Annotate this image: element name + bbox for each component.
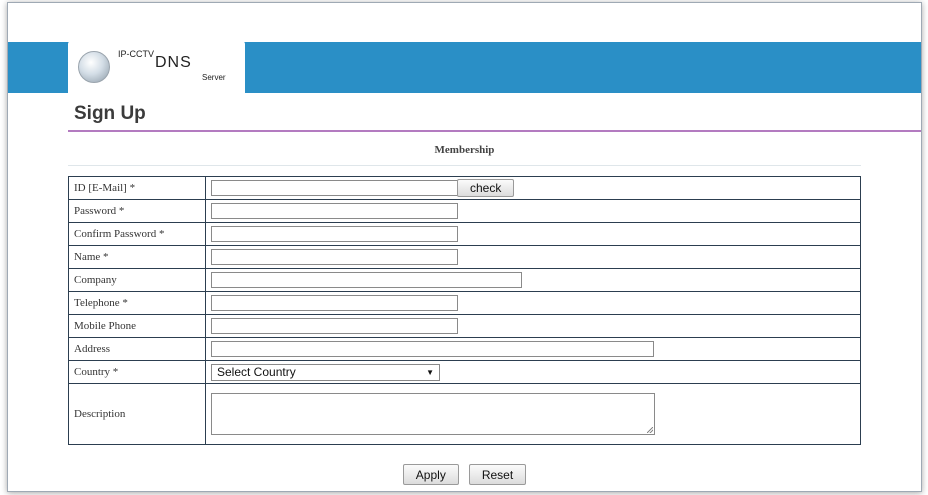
form-row-confirm-password: Confirm Password * [68, 222, 861, 246]
globe-icon [78, 51, 110, 83]
logo-dns-text: DNS [155, 54, 192, 71]
confirm-password-input[interactable] [211, 226, 458, 242]
logo-ip-cctv-text: IP-CCTV [118, 49, 154, 59]
id-field-cell: check [205, 176, 861, 200]
confirm-password-label: Confirm Password * [68, 222, 206, 246]
country-select[interactable]: Select Country ▼ [211, 363, 440, 381]
password-label: Password * [68, 199, 206, 223]
mobile-phone-input[interactable] [211, 318, 458, 334]
logo-server-text: Server [202, 73, 226, 82]
company-input[interactable] [211, 272, 522, 288]
form-row-address: Address [68, 337, 861, 361]
address-input[interactable] [211, 341, 654, 357]
form-row-description: Description [68, 383, 861, 445]
check-button[interactable]: check [457, 179, 515, 197]
country-label: Country * [68, 360, 206, 384]
form-actions: Apply Reset [68, 464, 861, 485]
country-field-cell: Select Country ▼ [205, 360, 861, 384]
reset-button[interactable]: Reset [468, 464, 527, 485]
mobile-field-cell [205, 314, 861, 338]
apply-button[interactable]: Apply [402, 464, 459, 485]
description-label: Description [68, 383, 206, 445]
address-field-cell [205, 337, 861, 361]
form-row-name: Name * [68, 245, 861, 269]
id-email-input[interactable] [211, 180, 458, 196]
form-row-password: Password * [68, 199, 861, 223]
form-row-telephone: Telephone * [68, 291, 861, 315]
caret-down-icon: ▼ [426, 367, 434, 377]
browser-page: IP-CCTV DNS Server Sign Up Membership ID… [7, 2, 922, 492]
confirm-password-field-cell [205, 222, 861, 246]
telephone-field-cell [205, 291, 861, 315]
description-field-cell [205, 383, 861, 445]
site-logo[interactable]: IP-CCTV DNS Server [68, 41, 245, 93]
password-input[interactable] [211, 203, 458, 219]
name-field-cell [205, 245, 861, 269]
form-row-id: ID [E-Mail] * check [68, 176, 861, 200]
password-field-cell [205, 199, 861, 223]
id-label: ID [E-Mail] * [68, 176, 206, 200]
name-label: Name * [68, 245, 206, 269]
company-field-cell [205, 268, 861, 292]
resize-grip-icon[interactable] [647, 427, 653, 433]
form-row-mobile: Mobile Phone [68, 314, 861, 338]
address-label: Address [68, 337, 206, 361]
country-select-value: Select Country [217, 365, 296, 379]
section-divider [68, 165, 861, 166]
title-divider [68, 130, 921, 132]
company-label: Company [68, 268, 206, 292]
page-title: Sign Up [74, 103, 146, 124]
name-input[interactable] [211, 249, 458, 265]
form-row-company: Company [68, 268, 861, 292]
signup-form: ID [E-Mail] * check Password * Confirm P… [68, 176, 861, 445]
section-title: Membership [434, 144, 495, 156]
telephone-label: Telephone * [68, 291, 206, 315]
mobile-phone-label: Mobile Phone [68, 314, 206, 338]
form-row-country: Country * Select Country ▼ [68, 360, 861, 384]
description-textarea[interactable] [211, 393, 655, 435]
telephone-input[interactable] [211, 295, 458, 311]
